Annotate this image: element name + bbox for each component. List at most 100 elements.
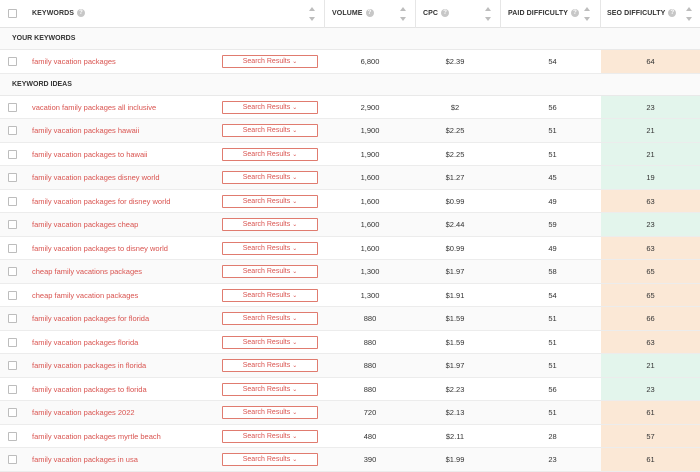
paid-difficulty-cell: 51 [548, 314, 557, 323]
row-checkbox[interactable] [8, 243, 17, 253]
seo-difficulty-cell: 21 [601, 119, 700, 142]
table-row: family vacation packages in usa Search Re… [0, 448, 700, 472]
column-header-volume[interactable]: VOLUME? [332, 0, 374, 28]
chevron-down-icon: ⌄ [292, 457, 298, 463]
table-row: family vacation packages disney world Sea… [0, 166, 700, 190]
info-icon[interactable]: ? [365, 9, 374, 18]
sort-icon[interactable] [309, 7, 315, 21]
row-checkbox[interactable] [8, 173, 17, 182]
search-results-button[interactable]: Search Results ⌄ [222, 288, 318, 302]
keyword-link[interactable]: family vacation packages for disney worl… [32, 190, 170, 213]
search-results-button[interactable]: Search Results ⌄ [222, 406, 318, 419]
info-icon[interactable]: ? [570, 9, 579, 18]
row-checkbox[interactable] [8, 408, 17, 417]
keyword-link[interactable]: family vacation packages for florida [32, 307, 149, 330]
keyword-link[interactable]: family vacation packages florida [32, 331, 138, 354]
column-header-seo-difficulty[interactable]: SEO DIFFICULTY? [607, 0, 677, 28]
search-results-button[interactable]: Search Results ⌄ [222, 124, 318, 137]
info-icon[interactable]: ? [77, 9, 86, 18]
section-your-keywords: YOUR KEYWORDS [0, 28, 700, 50]
row-checkbox[interactable] [8, 267, 17, 276]
search-results-button[interactable]: Search Results ⌄ [222, 241, 318, 255]
search-results-button[interactable]: Search Results ⌄ [222, 453, 318, 466]
row-checkbox[interactable] [8, 126, 17, 135]
sort-icon[interactable] [584, 7, 590, 21]
cpc-cell: $1.59 [445, 314, 465, 323]
search-results-button[interactable]: Search Results ⌄ [222, 429, 318, 443]
search-results-button[interactable]: Search Results ⌄ [222, 171, 318, 184]
keyword-link[interactable]: family vacation packages in usa [32, 448, 138, 471]
row-checkbox[interactable] [8, 384, 17, 394]
keyword-link[interactable]: family vacation packages to florida [32, 378, 147, 401]
seo-difficulty-cell: 21 [601, 354, 700, 377]
search-results-button[interactable]: Search Results ⌄ [222, 194, 318, 208]
sort-icon[interactable] [400, 7, 406, 21]
cpc-cell: $2.23 [445, 384, 465, 394]
seo-difficulty-cell: 23 [601, 213, 700, 236]
row-checkbox[interactable] [8, 57, 17, 66]
cpc-cell: $2.13 [445, 408, 465, 417]
table-row: family vacation packages hawaii Search Re… [0, 119, 700, 143]
row-checkbox[interactable] [8, 196, 17, 206]
chevron-down-icon: ⌄ [292, 175, 298, 181]
paid-difficulty-cell: 49 [548, 196, 557, 206]
table-row: family vacation packages to disney world… [0, 236, 700, 260]
sort-icon[interactable] [485, 7, 491, 21]
chevron-down-icon: ⌄ [292, 104, 298, 111]
search-results-button[interactable]: Search Results ⌄ [222, 265, 318, 278]
cpc-cell: $2.11 [445, 431, 465, 441]
row-checkbox[interactable] [8, 314, 17, 323]
search-results-button[interactable]: Search Results ⌄ [222, 218, 318, 231]
chevron-down-icon: ⌄ [292, 59, 298, 65]
row-checkbox[interactable] [8, 102, 17, 112]
cpc-cell: $1.59 [445, 337, 465, 347]
sort-icon[interactable] [686, 7, 692, 21]
info-icon[interactable]: ? [668, 9, 677, 18]
volume-cell: 480 [363, 431, 377, 441]
cpc-cell: $2.25 [445, 126, 465, 135]
keyword-link[interactable]: family vacation packages 2022 [32, 401, 135, 424]
column-header-cpc[interactable]: CPC? [423, 0, 450, 28]
cpc-cell: $1.99 [445, 455, 465, 464]
row-checkbox[interactable] [8, 220, 17, 229]
search-results-button[interactable]: Search Results ⌄ [222, 382, 318, 396]
search-results-button[interactable]: Search Results ⌄ [222, 359, 318, 372]
row-checkbox[interactable] [8, 361, 17, 370]
row-checkbox[interactable] [8, 290, 17, 300]
table-row: family vacation packages florida Search R… [0, 330, 700, 354]
search-results-button[interactable]: Search Results ⌄ [222, 147, 318, 161]
row-checkbox[interactable] [8, 431, 17, 441]
column-header-paid-difficulty[interactable]: PAID DIFFICULTY? [508, 0, 579, 28]
chevron-down-icon: ⌄ [292, 269, 298, 275]
keyword-link[interactable]: family vacation packages to hawaii [32, 143, 147, 166]
column-header-keywords[interactable]: KEYWORDS? [32, 0, 86, 28]
select-all-checkbox[interactable] [8, 9, 17, 18]
keyword-link[interactable]: family vacation packages hawaii [32, 119, 139, 142]
table-row: vacation family packages all inclusive Se… [0, 95, 700, 119]
chevron-down-icon: ⌄ [292, 198, 298, 205]
keyword-link[interactable]: family vacation packages [32, 50, 116, 73]
seo-difficulty-cell: 63 [601, 330, 700, 353]
search-results-button[interactable]: Search Results ⌄ [222, 55, 318, 68]
search-results-button[interactable]: Search Results ⌄ [222, 100, 318, 114]
row-checkbox[interactable] [8, 337, 17, 347]
paid-difficulty-cell: 51 [548, 149, 557, 159]
keyword-link[interactable]: family vacation packages cheap [32, 213, 138, 236]
row-checkbox[interactable] [8, 455, 17, 464]
keyword-link[interactable]: family vacation packages disney world [32, 166, 160, 189]
table-header: KEYWORDS? VOLUME? CPC? PAID DIFFICULTY? … [0, 0, 700, 28]
keyword-link[interactable]: family vacation packages in florida [32, 354, 146, 377]
chevron-down-icon: ⌄ [292, 128, 298, 134]
keyword-link[interactable]: cheap family vacation packages [32, 284, 138, 307]
search-results-button[interactable]: Search Results ⌄ [222, 335, 318, 349]
search-results-button[interactable]: Search Results ⌄ [222, 312, 318, 325]
keyword-link[interactable]: vacation family packages all inclusive [32, 96, 156, 119]
keyword-link[interactable]: family vacation packages myrtle beach [32, 425, 161, 448]
row-checkbox[interactable] [8, 149, 17, 159]
cpc-cell: $1.27 [445, 173, 465, 182]
keyword-link[interactable]: cheap family vacations packages [32, 260, 142, 283]
info-icon[interactable]: ? [441, 9, 450, 18]
seo-difficulty-cell: 21 [601, 142, 700, 165]
keyword-link[interactable]: family vacation packages to disney world [32, 237, 168, 260]
table-row: family vacation packages Search Results ⌄ 6… [0, 50, 700, 74]
